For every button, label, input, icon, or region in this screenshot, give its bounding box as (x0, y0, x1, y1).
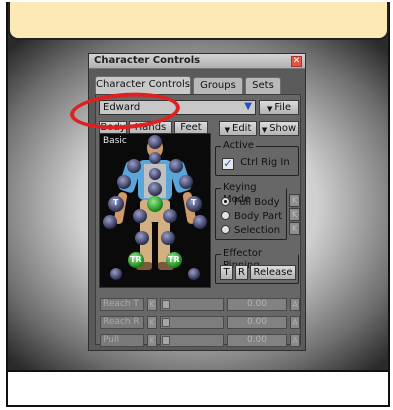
close-icon[interactable]: ✕ (291, 56, 302, 67)
key-body-part-button[interactable]: K (289, 208, 300, 221)
key-selection-button[interactable]: K (289, 222, 300, 235)
radio-full-body-label: Full Body (234, 197, 280, 208)
keying-mode-group: Keying Mode Full Body Body Part Selectio… (215, 182, 287, 240)
reach-t-slider-row: Reach T K 0.00 A (100, 298, 300, 311)
controls-panel: Edward ▼ ▼ File Body Hands Feet ▼ Edit ▼ Sh… (95, 94, 301, 347)
chevron-down-icon: ▼ (224, 126, 230, 134)
effector-left-hip (133, 209, 147, 223)
reach-r-slider[interactable] (160, 316, 224, 329)
bottom-band (8, 370, 388, 405)
edit-button-label: Edit (232, 123, 252, 134)
radio-body-part[interactable]: Body Part (221, 211, 282, 222)
chevron-down-icon: ▼ (261, 126, 268, 134)
radio-selection-label: Selection (234, 225, 281, 236)
radio-selected-icon (221, 197, 230, 206)
pull-value[interactable]: 0.00 (227, 334, 287, 347)
radio-icon (221, 211, 230, 220)
reach-r-slider-row: Reach R K 0.00 A (100, 316, 300, 329)
rig-tag-left-tr: TR (130, 255, 142, 264)
ctrl-rig-in-label: Ctrl Rig In (240, 157, 290, 168)
chevron-down-icon: ▼ (244, 101, 252, 112)
reach-r-value[interactable]: 0.00 (227, 316, 287, 329)
reach-r-label: Reach R (100, 316, 144, 329)
edit-button[interactable]: ▼ Edit (219, 121, 257, 136)
window-title: Character Controls (94, 55, 201, 66)
pull-slider[interactable] (160, 334, 224, 347)
active-group: Active ✓ Ctrl Rig In (215, 140, 299, 176)
tab-groups[interactable]: Groups (193, 77, 243, 94)
radio-body-part-label: Body Part (234, 211, 283, 222)
pin-translation-button[interactable]: T (220, 265, 233, 280)
effector-pinning-group: Effector Pinning T R Release (215, 248, 299, 284)
ctrl-rig-in-checkbox[interactable]: ✓ Ctrl Rig In (222, 157, 290, 171)
rig-tag-right-t: T (191, 198, 197, 207)
character-rig-view[interactable]: Basic T T TR TR (99, 133, 211, 288)
effector-left-knee (135, 231, 149, 245)
callout-banner (8, 2, 389, 40)
pull-auto-button[interactable]: A (290, 334, 300, 347)
release-button[interactable]: Release (250, 265, 296, 280)
rig-tag-right-tr: TR (168, 255, 180, 264)
effector-head (148, 135, 162, 149)
effector-hips (147, 196, 163, 212)
reach-r-auto-button[interactable]: A (290, 316, 300, 329)
checkbox-checked-icon: ✓ (222, 157, 234, 170)
effector-left-wrist (103, 215, 117, 229)
effector-right-wrist (193, 215, 207, 229)
tab-character-controls[interactable]: Character Controls (95, 76, 191, 95)
file-button[interactable]: ▼ File (259, 100, 299, 115)
show-button-label: Show (269, 123, 297, 134)
active-group-label: Active (221, 140, 256, 152)
show-button[interactable]: ▼ Show (259, 121, 299, 136)
effector-right-elbow (179, 175, 193, 189)
reach-r-key-button[interactable]: K (147, 316, 157, 329)
character-dropdown[interactable]: Edward ▼ (99, 100, 256, 115)
character-dropdown-value: Edward (103, 102, 141, 113)
effector-right-hip (163, 209, 177, 223)
character-controls-window: Character Controls ✕ Character Controls … (88, 53, 306, 351)
file-button-label: File (274, 102, 292, 113)
pull-slider-row: Pull K 0.00 A (100, 334, 300, 347)
radio-selection[interactable]: Selection (221, 225, 280, 236)
slider-thumb[interactable] (162, 336, 170, 345)
reach-t-label: Reach T (100, 298, 144, 311)
pull-label: Pull (100, 334, 144, 347)
rig-tag-left-t: T (113, 198, 119, 207)
key-full-body-button[interactable]: K (289, 194, 300, 207)
radio-full-body[interactable]: Full Body (221, 197, 280, 208)
chevron-down-icon: ▼ (266, 105, 273, 113)
pull-key-button[interactable]: K (147, 334, 157, 347)
rig-figure (103, 135, 207, 280)
effector-right-toe (188, 268, 200, 280)
effector-left-toe (110, 268, 122, 280)
reach-t-key-button[interactable]: K (147, 298, 157, 311)
slider-thumb[interactable] (162, 300, 170, 309)
reach-t-value[interactable]: 0.00 (227, 298, 287, 311)
effector-neck (149, 152, 161, 164)
effector-right-knee (161, 231, 175, 245)
effector-left-elbow (117, 175, 131, 189)
effector-right-shoulder (169, 159, 183, 173)
reach-t-slider[interactable] (160, 298, 224, 311)
slider-thumb[interactable] (162, 318, 170, 327)
tab-sets[interactable]: Sets (245, 77, 281, 94)
reach-t-auto-button[interactable]: A (290, 298, 300, 311)
effector-left-shoulder (127, 159, 141, 173)
title-bar[interactable]: Character Controls ✕ (89, 54, 305, 69)
effector-spine (148, 182, 162, 196)
effector-chest (149, 168, 161, 180)
radio-icon (221, 225, 230, 234)
pin-rotation-button[interactable]: R (235, 265, 248, 280)
